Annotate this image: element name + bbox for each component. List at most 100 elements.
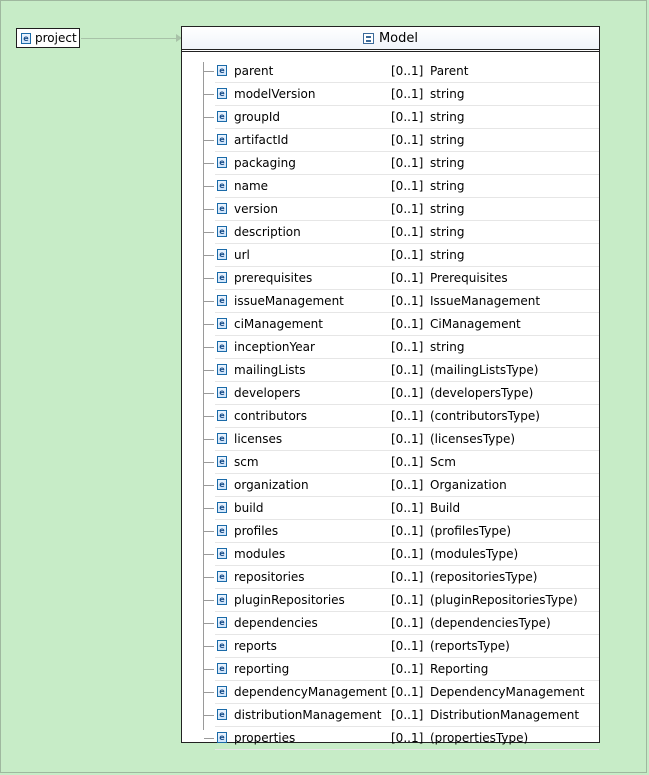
element-cardinality: [0..1] [391, 87, 424, 101]
element-type: string [430, 156, 465, 170]
element-icon: e [217, 157, 227, 168]
model-type-box[interactable]: Model e parent [0..1] Parent e modelVersion [0… [181, 26, 600, 750]
element-icon: e [21, 32, 31, 44]
element-cardinality: [0..1] [391, 271, 424, 285]
tree-branch [204, 669, 214, 670]
element-type: IssueManagement [430, 294, 541, 308]
tree-branch [204, 416, 214, 417]
element-row-packaging[interactable]: e packaging [0..1] string [182, 152, 599, 175]
element-row-inceptionYear[interactable]: e inceptionYear [0..1] string [182, 336, 599, 359]
tree-branch [204, 94, 214, 95]
element-type: string [430, 110, 465, 124]
element-name: dependencyManagement [234, 685, 387, 699]
element-icon: e [217, 295, 227, 306]
element-type: Scm [430, 455, 456, 469]
element-row-scm[interactable]: e scm [0..1] Scm [182, 451, 599, 474]
tree-branch [204, 646, 214, 647]
element-row-organization[interactable]: e organization [0..1] Organization [182, 474, 599, 497]
element-cardinality: [0..1] [391, 386, 424, 400]
element-cardinality: [0..1] [391, 455, 424, 469]
element-cardinality: [0..1] [391, 731, 424, 745]
element-row-build[interactable]: e build [0..1] Build [182, 497, 599, 520]
element-cardinality: [0..1] [391, 156, 424, 170]
element-row-dependencies[interactable]: e dependencies [0..1] (dependenciesType) [182, 612, 599, 635]
element-type: string [430, 202, 465, 216]
element-cardinality: [0..1] [391, 294, 424, 308]
element-row-version[interactable]: e version [0..1] string [182, 198, 599, 221]
element-name: issueManagement [234, 294, 344, 308]
element-row-pluginRepositories[interactable]: e pluginRepositories [0..1] (pluginReposito… [182, 589, 599, 612]
element-icon: e [217, 571, 227, 582]
element-type: Parent [430, 64, 469, 78]
element-row-groupId[interactable]: e groupId [0..1] string [182, 106, 599, 129]
element-row-modelVersion[interactable]: e modelVersion [0..1] string [182, 83, 599, 106]
element-icon: e [217, 686, 227, 697]
element-name: description [234, 225, 301, 239]
element-type: CiManagement [430, 317, 521, 331]
element-cardinality: [0..1] [391, 409, 424, 423]
project-element-node[interactable]: e project [16, 28, 80, 48]
element-row-distributionManagement[interactable]: e distributionManagement [0..1] Distributio… [182, 704, 599, 727]
element-row-properties[interactable]: e properties [0..1] (propertiesType) [182, 727, 599, 750]
element-row-ciManagement[interactable]: e ciManagement [0..1] CiManagement [182, 313, 599, 336]
element-cardinality: [0..1] [391, 248, 424, 262]
element-cardinality: [0..1] [391, 708, 424, 722]
element-icon: e [217, 111, 227, 122]
element-name: reporting [234, 662, 290, 676]
element-row-parent[interactable]: e parent [0..1] Parent [182, 60, 599, 83]
tree-branch [204, 370, 214, 371]
element-icon: e [217, 318, 227, 329]
element-cardinality: [0..1] [391, 685, 424, 699]
element-type: (profilesType) [430, 524, 512, 538]
element-icon: e [217, 456, 227, 467]
element-name: url [234, 248, 250, 262]
model-type-header: Model [182, 27, 599, 52]
element-cardinality: [0..1] [391, 616, 424, 630]
tree-branch [204, 715, 214, 716]
element-row-prerequisites[interactable]: e prerequisites [0..1] Prerequisites [182, 267, 599, 290]
element-cardinality: [0..1] [391, 501, 424, 515]
element-cardinality: [0..1] [391, 662, 424, 676]
element-row-profiles[interactable]: e profiles [0..1] (profilesType) [182, 520, 599, 543]
element-type: (propertiesType) [430, 731, 529, 745]
element-name: parent [234, 64, 274, 78]
row-divider [215, 749, 599, 750]
element-icon: e [217, 410, 227, 421]
element-icon: e [217, 433, 227, 444]
project-element-label: project [35, 31, 77, 45]
element-name: licenses [234, 432, 283, 446]
element-row-name[interactable]: e name [0..1] string [182, 175, 599, 198]
element-type: (licensesType) [430, 432, 516, 446]
element-row-repositories[interactable]: e repositories [0..1] (repositoriesType) [182, 566, 599, 589]
element-type: Build [430, 501, 461, 515]
element-icon: e [217, 249, 227, 260]
element-name: groupId [234, 110, 281, 124]
element-row-mailingLists[interactable]: e mailingLists [0..1] (mailingListsType) [182, 359, 599, 382]
element-icon: e [217, 65, 227, 76]
element-cardinality: [0..1] [391, 524, 424, 538]
element-cardinality: [0..1] [391, 317, 424, 331]
element-cardinality: [0..1] [391, 202, 424, 216]
element-row-url[interactable]: e url [0..1] string [182, 244, 599, 267]
element-icon: e [217, 525, 227, 536]
tree-branch [204, 462, 214, 463]
element-row-developers[interactable]: e developers [0..1] (developersType) [182, 382, 599, 405]
element-row-dependencyManagement[interactable]: e dependencyManagement [0..1] DependencyMan… [182, 681, 599, 704]
element-icon: e [217, 732, 227, 743]
element-row-licenses[interactable]: e licenses [0..1] (licensesType) [182, 428, 599, 451]
element-name: contributors [234, 409, 307, 423]
element-row-modules[interactable]: e modules [0..1] (modulesType) [182, 543, 599, 566]
element-icon: e [217, 640, 227, 651]
element-type: string [430, 87, 465, 101]
element-row-contributors[interactable]: e contributors [0..1] (contributorsType) [182, 405, 599, 428]
element-row-reporting[interactable]: e reporting [0..1] Reporting [182, 658, 599, 681]
element-icon: e [217, 134, 227, 145]
element-row-reports[interactable]: e reports [0..1] (reportsType) [182, 635, 599, 658]
element-type: string [430, 225, 465, 239]
element-icon: e [217, 502, 227, 513]
element-icon: e [217, 663, 227, 674]
element-row-artifactId[interactable]: e artifactId [0..1] string [182, 129, 599, 152]
element-icon: e [217, 180, 227, 191]
element-row-description[interactable]: e description [0..1] string [182, 221, 599, 244]
element-row-issueManagement[interactable]: e issueManagement [0..1] IssueManagement [182, 290, 599, 313]
